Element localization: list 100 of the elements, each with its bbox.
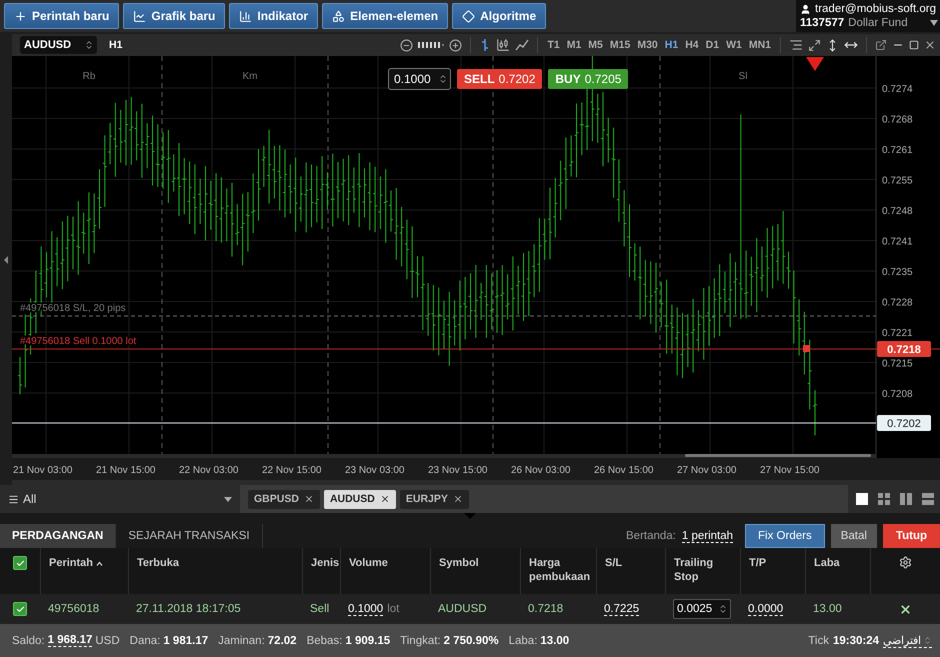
column-header[interactable]: Laba [814,556,840,570]
check-icon [16,558,24,568]
status-label: Bebas: [306,634,342,646]
action-button[interactable]: Tutup [882,524,940,548]
editable-value[interactable]: 0.1000 [348,602,384,616]
timeframe-button[interactable]: MN1 [748,39,772,51]
volume-field[interactable]: 0.1000 [388,68,451,90]
scrollbar-thumb[interactable] [685,454,871,457]
spinner-icon[interactable] [923,636,932,644]
zoom-in-icon[interactable] [449,38,462,52]
row-checkbox[interactable] [13,602,27,616]
zoom-slider[interactable] [418,42,444,48]
price-label: 0.7228 [882,298,913,308]
sell-button[interactable]: SELL 0.7202 [457,69,542,89]
account-panel[interactable]: trader@mobius-soft.org 1137577 Dollar Fund [796,0,940,32]
spinner-icon[interactable] [84,40,94,50]
close-icon[interactable] [304,494,314,504]
symbol-select[interactable]: AUDUSD [20,36,97,54]
price-label: 0.7255 [882,176,913,186]
close-icon[interactable] [452,494,463,504]
column-header[interactable]: Trailing Stop [674,556,732,584]
action-button[interactable]: Fix Orders [745,524,825,548]
timeframe-label: H1 [109,39,122,51]
time-label: 26 Nov 15:00 [594,465,654,476]
toolbar-button[interactable]: Elemen-elemen [322,3,448,29]
toolbar-button[interactable]: Indikator [229,3,318,29]
order-price-badge: 0.7218 [877,341,931,357]
column-header[interactable]: S/L [605,556,622,570]
chart-type-button[interactable] [496,38,510,52]
expand-left-icon[interactable] [4,256,8,264]
buy-button[interactable]: BUY 0.7205 [548,69,628,89]
price-label: 0.7241 [882,236,913,248]
column-header[interactable]: Symbol [439,556,479,570]
editable-value[interactable]: 0.0000 [748,602,784,616]
action-button[interactable]: Batal [830,524,877,548]
indicator-lines-icon[interactable] [789,38,803,52]
timeframe-button[interactable]: M1 [566,39,582,51]
popout-icon[interactable] [875,39,887,51]
status-value[interactable]: 1 968.17 [48,634,92,647]
timeframe-button[interactable]: D1 [704,39,720,51]
chart-type-button[interactable] [515,38,530,52]
account-name: Dollar Fund [848,17,908,29]
chart-tab[interactable]: EURJPY [400,490,469,508]
price-label: 0.7274 [882,84,913,95]
timeframe-button[interactable]: T1 [546,39,561,51]
line-chart-icon [515,38,530,52]
close-order-icon[interactable] [898,602,912,616]
timeframe-button[interactable]: H1 [664,39,680,51]
order-marker-icon [803,345,810,352]
close-icon[interactable] [380,494,390,504]
editable-value[interactable]: 0.7225 [604,602,640,616]
status-value: 1 909.15 [345,634,390,646]
timeframe-button[interactable]: M15 [608,39,632,51]
select-all-checkbox[interactable] [13,556,27,570]
column-header[interactable]: Perintah [49,556,104,570]
toolbar-button[interactable]: Algoritme [452,3,546,29]
layout-icon[interactable] [878,493,890,505]
tick-label: Tick [808,634,829,646]
time-label: 27 Nov 15:00 [760,465,820,476]
price-label: 0.7221 [882,328,913,339]
layout-icon[interactable] [922,493,934,505]
timeframe-button[interactable]: H4 [684,39,700,51]
settings-icon[interactable] [899,556,912,569]
spinner-icon[interactable] [718,604,728,614]
timeframe-button[interactable]: W1 [725,39,743,51]
table-cell: 0.7218 [528,603,564,615]
zoom-out-icon[interactable] [400,38,414,52]
column-header[interactable]: Volume [349,556,388,570]
status-label: Saldo: [12,634,45,646]
mode-select[interactable]: افتراضي [883,634,932,648]
status-value: 13.00 [540,634,570,646]
column-header[interactable]: Harga pembukaan [529,556,590,584]
currency-label: USD [95,634,120,646]
column-header[interactable]: T/P [749,556,766,570]
toolbar-button[interactable]: Grafik baru [123,3,226,29]
timeframe-button[interactable]: M30 [636,39,659,51]
timeframe-button[interactable]: M5 [587,39,604,51]
column-header[interactable]: Terbuka [137,556,179,570]
maximize-icon[interactable] [909,40,919,50]
marked-orders-link[interactable]: 1 perintah [682,530,734,542]
price-label: 0.7208 [882,389,913,400]
diamond-icon [462,10,476,22]
status-value: 2 750.90% [444,634,499,646]
menu-icon [8,494,19,504]
layout-icon[interactable] [900,493,912,505]
trailing-stop-field[interactable]: 0.0025 [673,599,731,619]
chart-tab[interactable]: AUDUSD [324,490,396,508]
filter-dropdown[interactable]: All [0,485,240,513]
spinner-icon[interactable] [438,74,448,84]
time-label: 22 Nov 15:00 [262,465,322,476]
user-icon [800,4,811,14]
session-label: Km [242,71,258,82]
account-number: 1137577 [800,17,844,29]
column-header[interactable]: Jenis [311,556,340,570]
panel-tab[interactable]: PERDAGANGAN [0,524,116,548]
chart-tab[interactable]: GBPUSD [248,490,320,508]
plus-icon [14,10,27,22]
close-icon[interactable] [924,39,936,51]
diagonal-arrow-icon[interactable] [808,38,821,52]
toolbar-button[interactable]: Perintah baru [4,3,120,29]
